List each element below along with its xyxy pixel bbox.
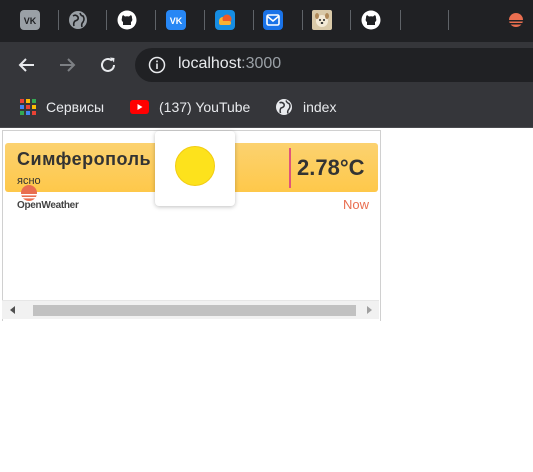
tab-separator (400, 10, 401, 30)
tab-mail[interactable] (262, 9, 284, 31)
sun-icon (175, 146, 215, 186)
tab-separator (106, 10, 107, 30)
horizontal-scrollbar[interactable] (2, 300, 379, 319)
weather-icon-card (155, 131, 235, 206)
youtube-icon (130, 100, 149, 114)
scroll-left-icon (9, 306, 15, 314)
url-host: localhost (178, 55, 242, 72)
info-icon[interactable] (148, 56, 166, 74)
github-icon (361, 10, 381, 30)
back-button[interactable] (14, 52, 40, 78)
scroll-right-button[interactable] (360, 301, 377, 319)
tab-separator (155, 10, 156, 30)
scroll-right-icon (366, 306, 372, 314)
tab-separator (302, 10, 303, 30)
globe-icon (275, 98, 293, 116)
tab-separator (448, 10, 449, 30)
browser-toolbar: localhost:3000 (0, 42, 533, 88)
tab-dog[interactable] (311, 9, 333, 31)
tab-vk[interactable]: VK (19, 9, 41, 31)
url-text[interactable]: localhost:3000 (178, 55, 281, 73)
temperature-divider (289, 148, 291, 188)
reload-icon (101, 57, 115, 72)
vk-icon: VK (166, 10, 186, 30)
tab-strip: VK VK (0, 0, 533, 42)
bookmark-label: Сервисы (46, 99, 105, 115)
tab-globe[interactable] (67, 9, 89, 31)
dog-photo-icon (312, 10, 332, 30)
vk-icon: VK (20, 10, 40, 30)
cloud-icon (215, 10, 235, 30)
svg-text:VK: VK (24, 16, 37, 26)
city-name: Симферополь (17, 149, 152, 169)
bookmarks-bar: Сервисы (137) YouTube index (0, 88, 533, 128)
scrollbar-thumb[interactable] (33, 305, 356, 316)
openweather-icon (508, 13, 524, 27)
provider-name: OpenWeather (17, 200, 79, 211)
page-viewport: Симферополь ясно 2.78°C OpenWeather Now (0, 128, 533, 472)
temperature: 2.78°C (297, 155, 365, 180)
address-bar[interactable]: localhost:3000 (135, 48, 533, 82)
tab-vk-2[interactable]: VK (165, 9, 187, 31)
tab-github[interactable] (116, 9, 138, 31)
weather-widget-frame: Симферополь ясно 2.78°C OpenWeather Now (2, 130, 381, 321)
bookmark-index[interactable]: index (275, 97, 336, 117)
bookmark-youtube[interactable]: (137) YouTube (130, 97, 250, 117)
tab-separator (58, 10, 59, 30)
openweather-logo-icon (19, 185, 39, 201)
tab-github-2[interactable] (360, 9, 382, 31)
github-icon (117, 10, 137, 30)
reload-button[interactable] (95, 52, 121, 78)
forward-button[interactable] (54, 52, 80, 78)
forward-arrow-icon (60, 58, 76, 72)
tab-separator (350, 10, 351, 30)
back-arrow-icon (18, 58, 34, 72)
svg-text:VK: VK (170, 16, 183, 26)
bookmark-services[interactable]: Сервисы (20, 97, 104, 117)
time-label: Now (342, 197, 369, 212)
apps-grid-icon (20, 99, 36, 115)
mail-icon (263, 10, 283, 30)
tab-separator (204, 10, 205, 30)
url-port: :3000 (241, 55, 282, 72)
tab-openweather[interactable] (505, 9, 527, 31)
globe-icon (69, 11, 87, 29)
scroll-left-button[interactable] (4, 301, 21, 319)
tab-cloud[interactable] (214, 9, 236, 31)
bookmark-label: (137) YouTube (159, 99, 251, 115)
bookmark-label: index (303, 99, 337, 115)
tab-separator (253, 10, 254, 30)
